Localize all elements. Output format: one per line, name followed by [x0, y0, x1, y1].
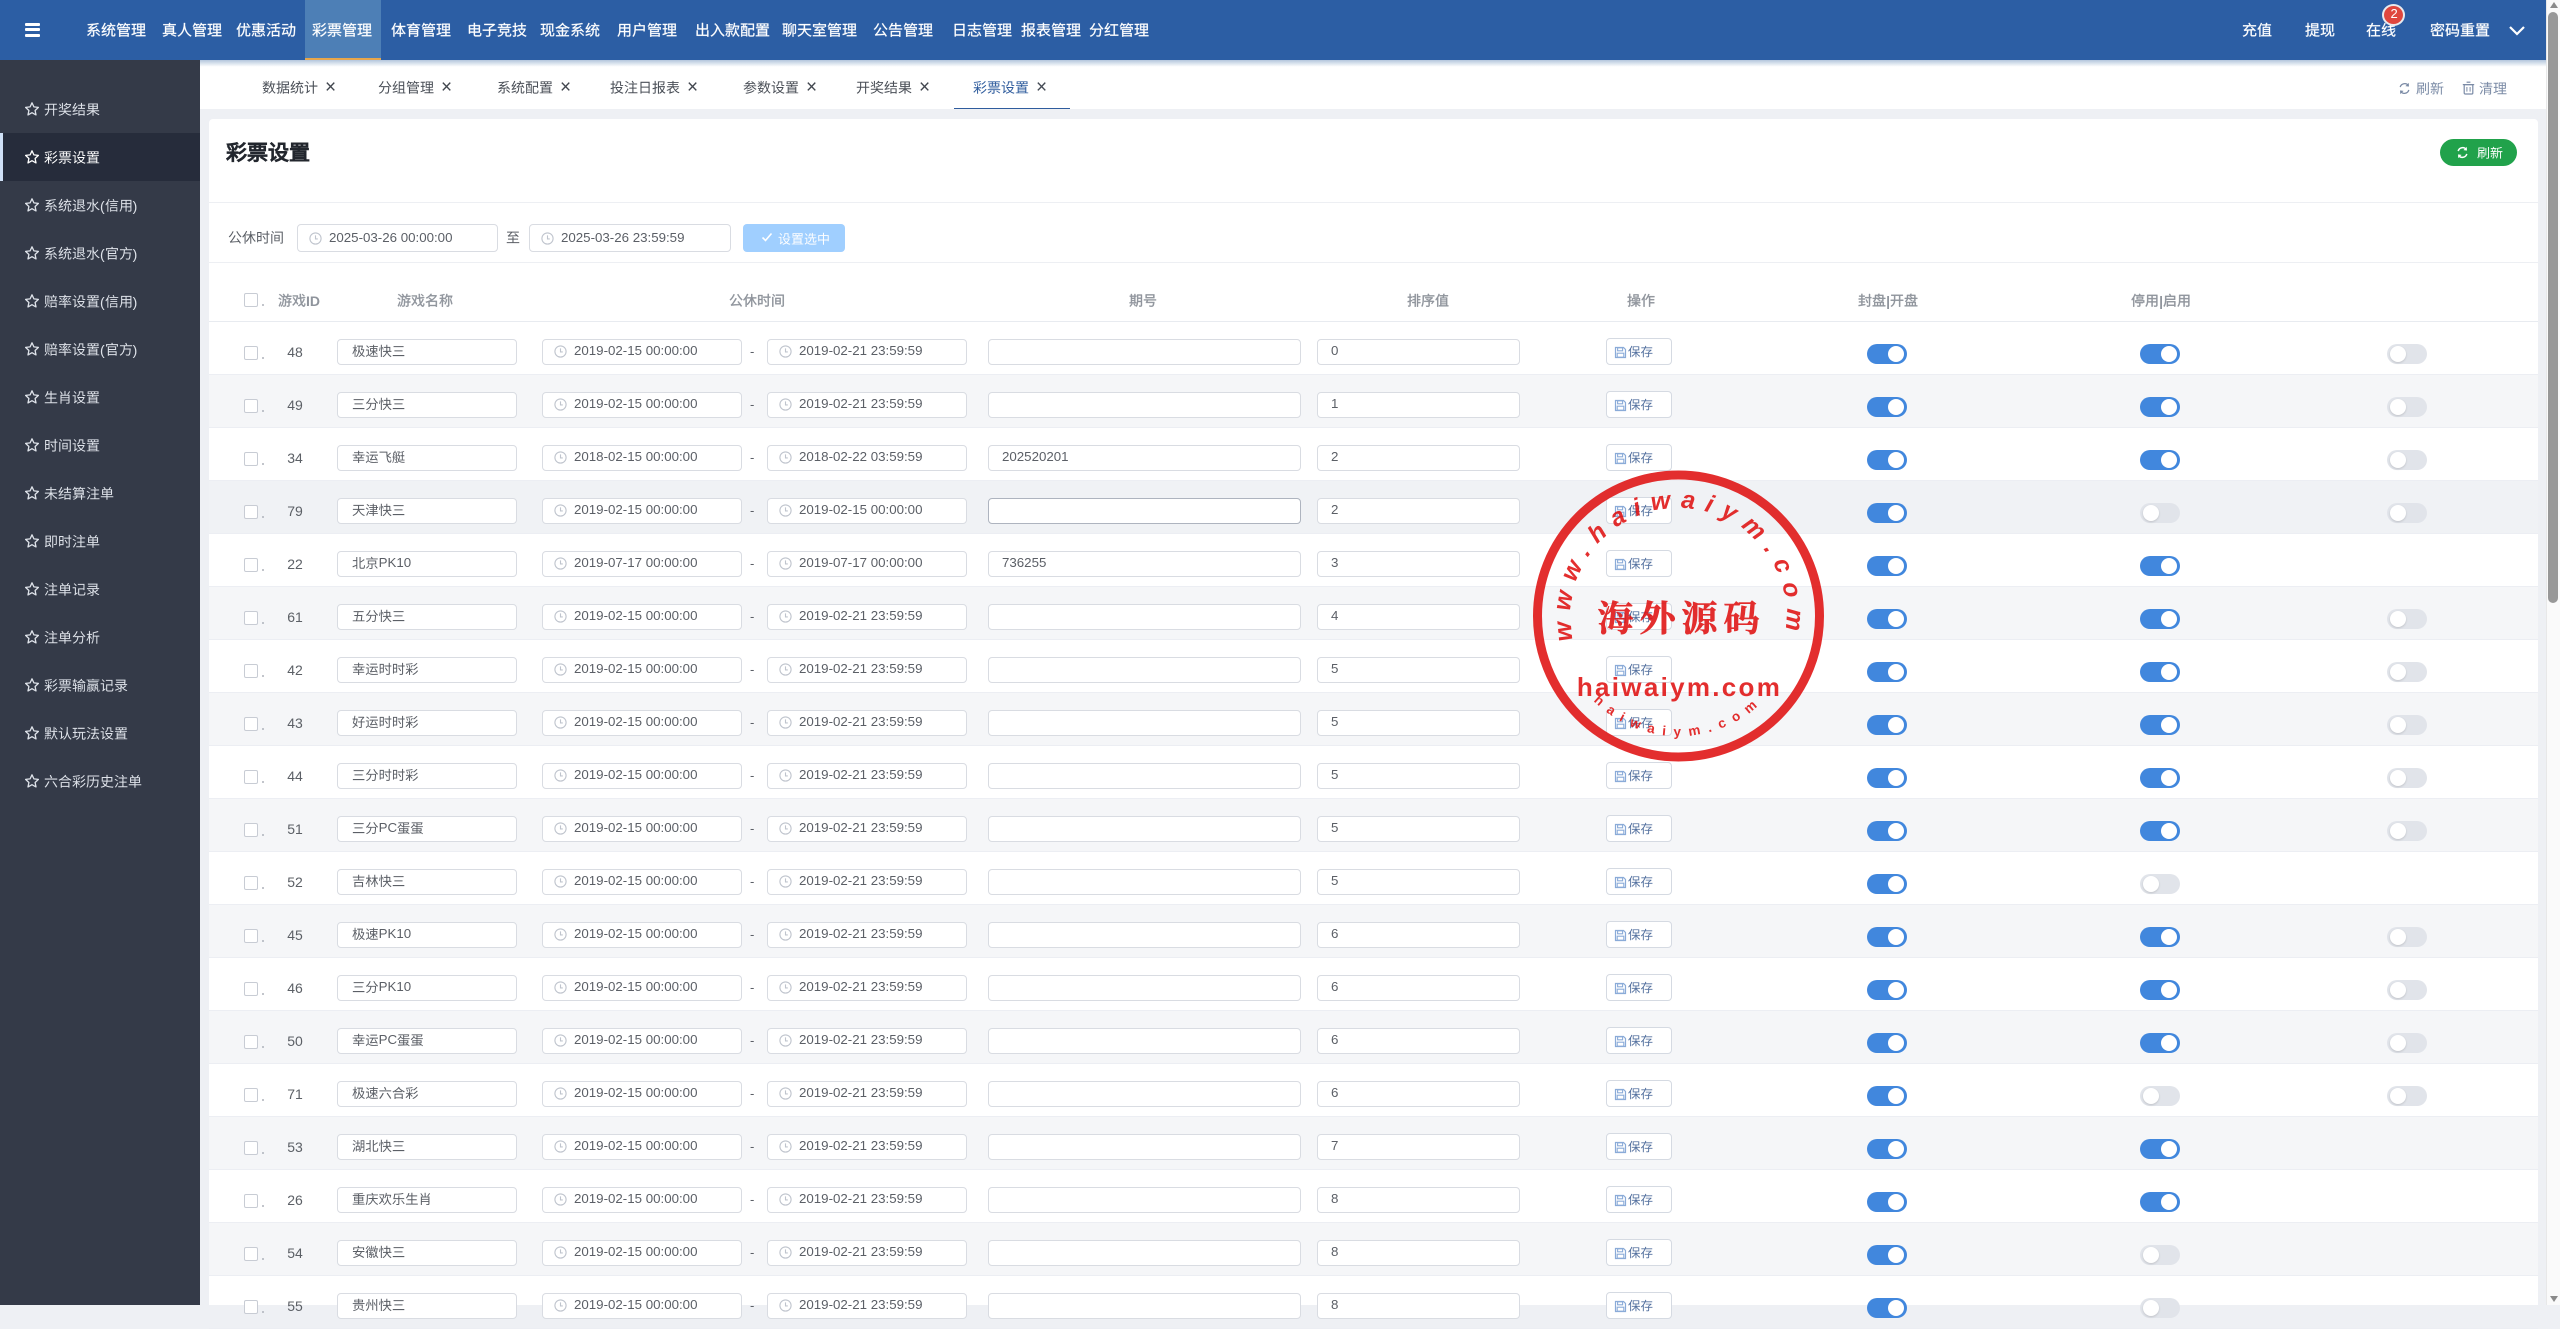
- svg-text:haiwaiym.com: haiwaiym.com: [1577, 672, 1782, 702]
